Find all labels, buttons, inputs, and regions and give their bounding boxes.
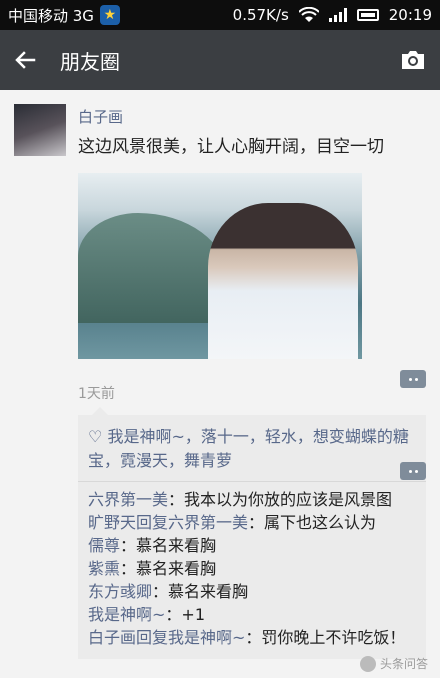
network-speed: 0.57K/s (232, 6, 289, 24)
comment-item[interactable]: 紫熏：慕名来看胸 (88, 557, 416, 580)
comment-item[interactable]: 东方彧卿：慕名来看胸 (88, 580, 416, 603)
comment-item[interactable]: 白子画回复我是神啊~：罚你晚上不许吃饭！ (88, 626, 416, 649)
photo-hill (78, 213, 228, 323)
page-title: 朋友圈 (60, 49, 120, 74)
star-icon: ★ (99, 5, 120, 25)
wifi-icon (298, 7, 319, 22)
carrier-label: 中国移动 3G (8, 6, 94, 25)
clock: 20:19 (388, 6, 432, 24)
watermark-logo-icon (359, 655, 376, 672)
comment-icon[interactable] (400, 462, 426, 480)
comments-list: 六界第一美：我本以为你放的应该是风景图 旷野天回复六界第一美：属下也这么认为 儒… (78, 482, 426, 659)
back-arrow-icon[interactable] (14, 49, 36, 71)
camera-icon[interactable] (400, 49, 426, 71)
status-bar: 中国移动 3G ★ 0.57K/s 20:19 (0, 0, 440, 30)
post-text: 这边风景很美，让人心胸开阔，目空一切 (78, 137, 384, 157)
avatar[interactable] (14, 104, 66, 156)
comment-item[interactable]: 旷野天回复六界第一美：属下也这么认为 (88, 511, 416, 534)
app-bar: 朋友圈 (0, 30, 440, 90)
moment-post: 白子画 这边风景很美，让人心胸开阔，目空一切 1天前 ♡ 我是神啊~，落十一，轻… (0, 90, 440, 659)
watermark-text: 头条问答 (379, 657, 428, 671)
post-time: 1天前 (78, 386, 115, 402)
comment-icon[interactable] (400, 370, 426, 388)
post-author[interactable]: 白子画 (78, 104, 426, 127)
comment-item[interactable]: 六界第一美：我本以为你放的应该是风景图 (88, 488, 416, 511)
battery-icon (356, 9, 379, 21)
post-photo[interactable] (78, 173, 362, 359)
likes-names[interactable]: 我是神啊~，落十一，轻水，想变蝴蝶的糖宝，霓漫天，舞青萝 (88, 427, 409, 470)
heart-icon: ♡ (88, 427, 103, 446)
signal-icon (328, 8, 347, 22)
photo-figure (208, 203, 358, 359)
interaction-panel: ♡ 我是神啊~，落十一，轻水，想变蝴蝶的糖宝，霓漫天，舞青萝 六界第一美：我本以… (78, 407, 426, 659)
comment-item[interactable]: 我是神啊~：+1 (88, 603, 416, 626)
likes-list: ♡ 我是神啊~，落十一，轻水，想变蝴蝶的糖宝，霓漫天，舞青萝 (78, 415, 426, 482)
comment-item[interactable]: 儒尊：慕名来看胸 (88, 534, 416, 557)
watermark: 头条问答 (359, 655, 428, 672)
